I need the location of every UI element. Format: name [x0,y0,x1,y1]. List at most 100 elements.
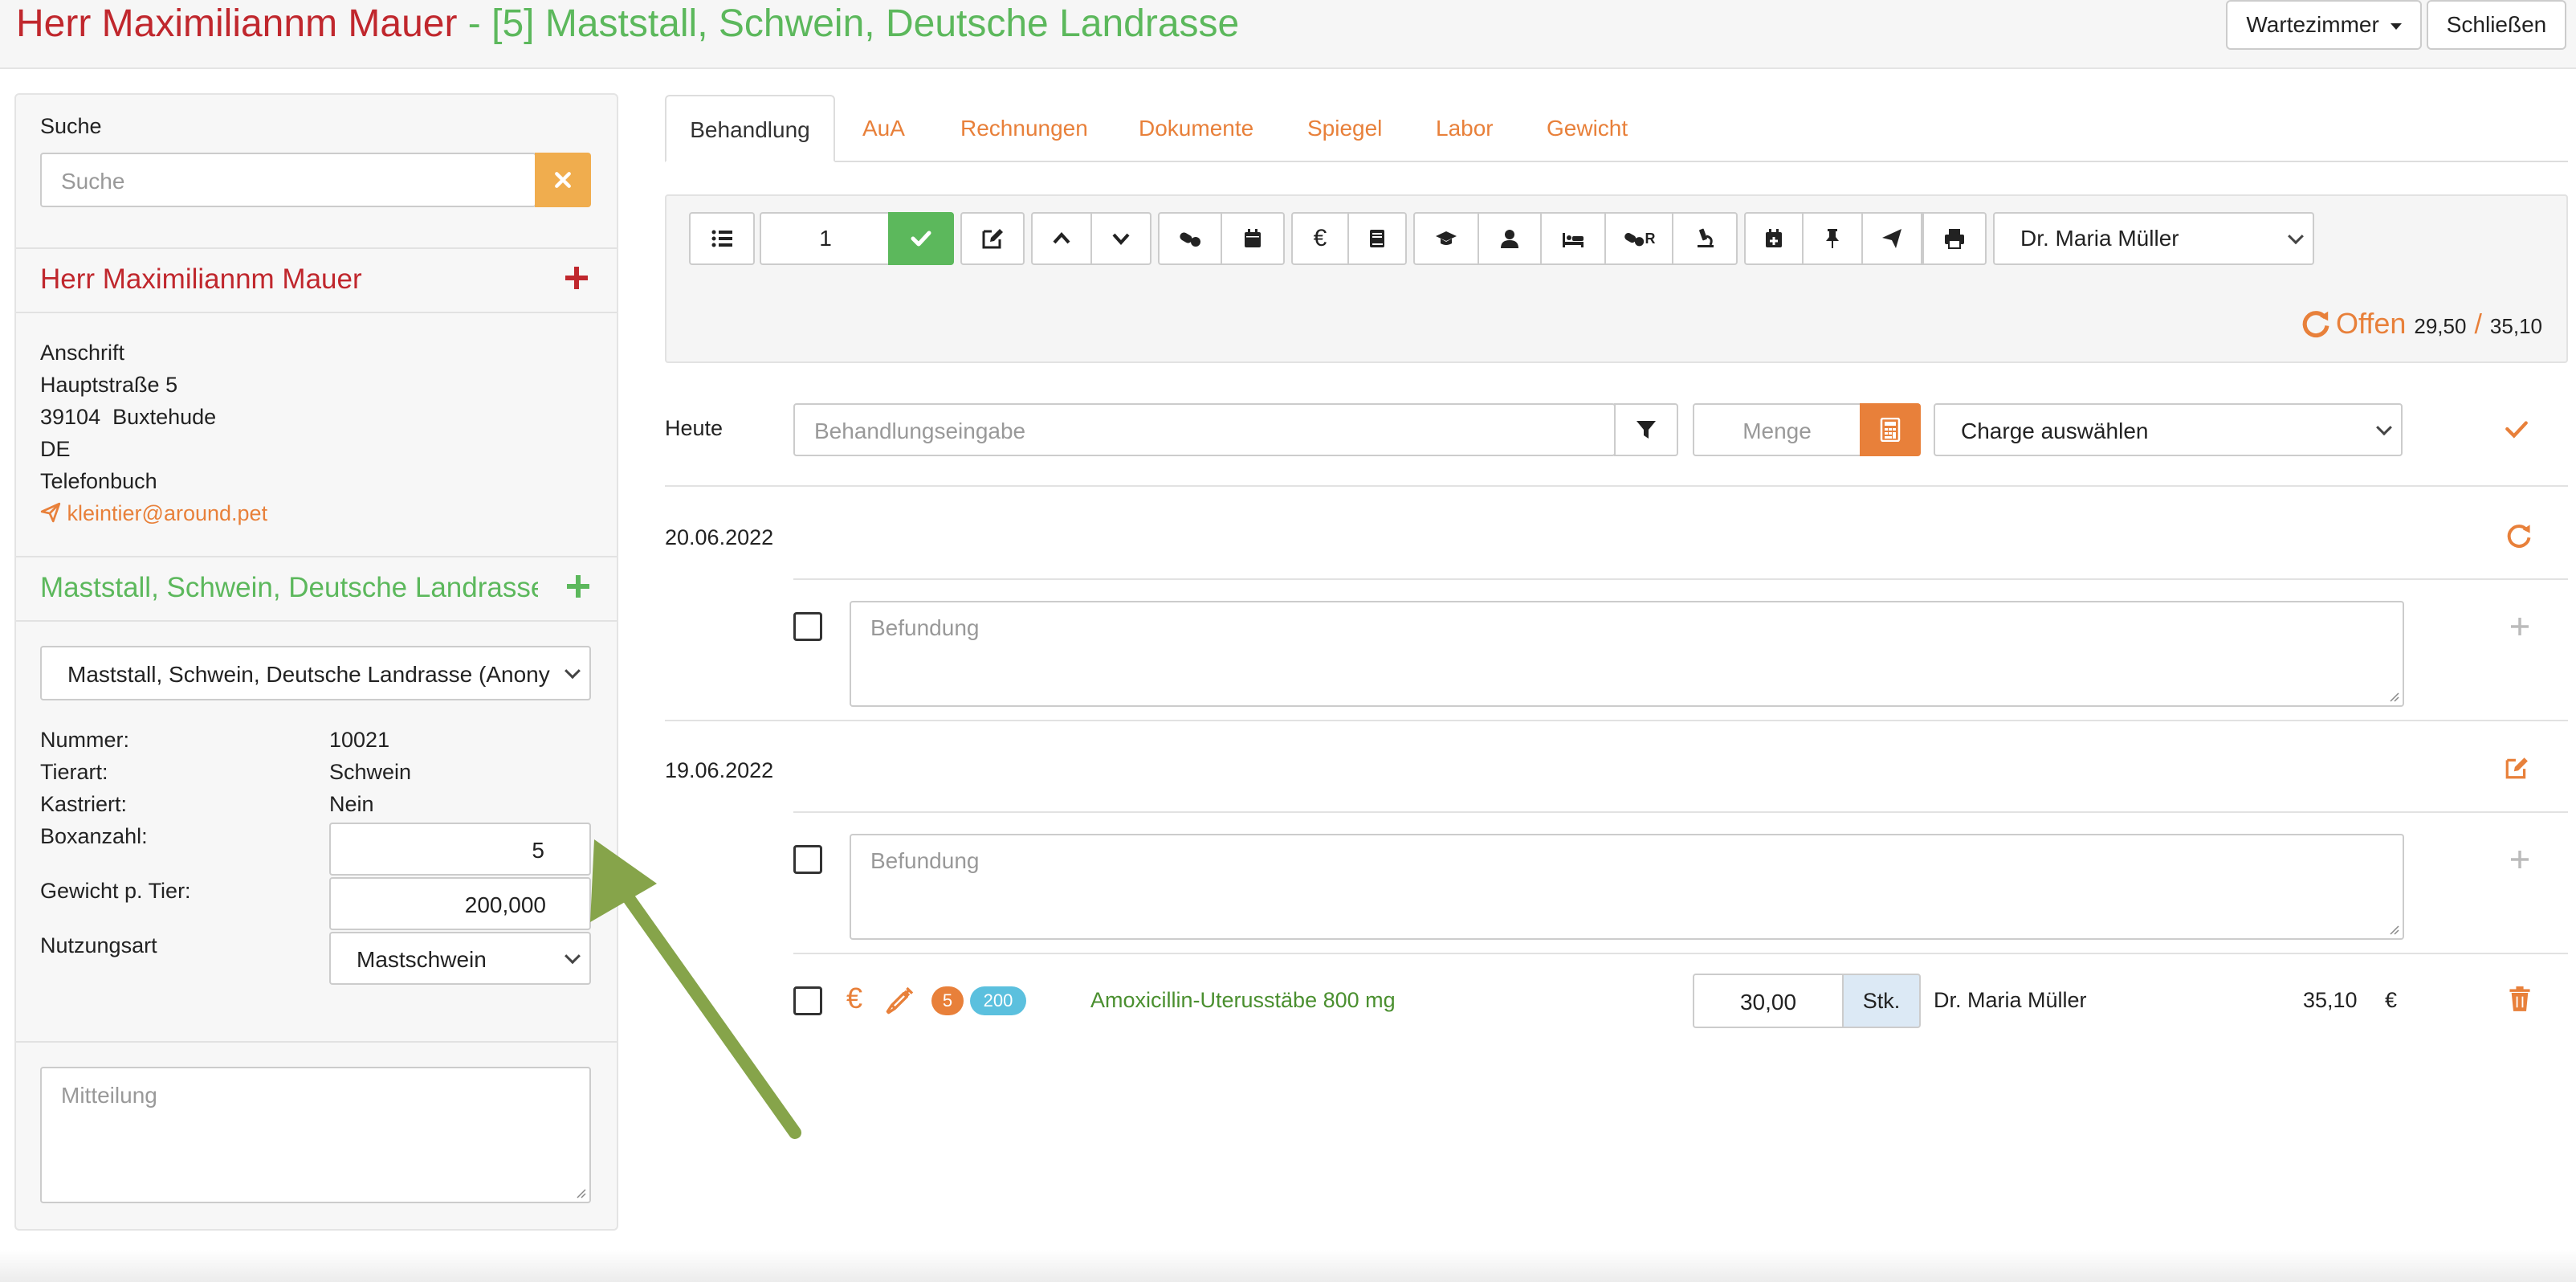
edit-entry-button[interactable] [2504,755,2533,784]
confirm-quantity-button[interactable] [888,212,954,265]
caret-down-icon [2390,22,2402,30]
item-doctor: Dr. Maria Müller [1934,988,2087,1012]
resize-handle-icon[interactable] [2386,689,2399,702]
education-button[interactable] [1413,212,1479,265]
today-label: Heute [665,416,723,440]
close-button[interactable]: Schließen [2427,0,2566,50]
move-up-button[interactable] [1031,212,1092,265]
address-country: DE [40,437,71,461]
person-button[interactable] [1478,212,1542,265]
chevron-down-icon [2376,419,2392,436]
clear-search-button[interactable] [535,153,591,207]
usage-select[interactable]: Mastschwein [329,932,591,985]
batch-select[interactable]: Charge auswählen [1934,403,2403,456]
filter-button[interactable] [1614,403,1678,456]
finding-checkbox[interactable] [793,612,822,641]
finding-textarea[interactable]: Befundung [850,601,2404,707]
euro-icon: € [1313,225,1327,251]
divider [793,578,2568,580]
treatment-input[interactable]: Behandlungseingabe [793,403,1616,456]
edit-icon [2505,757,2528,779]
delete-item-button[interactable] [2509,986,2534,1015]
tab-behandlung[interactable]: Behandlung [665,95,835,162]
box-count-input[interactable]: 5 [329,823,591,876]
edit-button[interactable] [960,212,1025,265]
appointment-button[interactable] [1744,212,1804,265]
refresh-icon[interactable] [2301,308,2331,339]
pills-icon [1180,232,1200,247]
tab-gewicht[interactable]: Gewicht [1547,95,1628,162]
thumbtack-icon [1826,229,1839,248]
weight-value: 200,000 [464,892,546,917]
message-placeholder: Mitteilung [61,1083,157,1108]
address-label: Anschrift [40,341,125,365]
finding-placeholder: Befundung [870,848,980,873]
resize-handle-icon[interactable] [573,1186,586,1198]
book-button[interactable] [1347,212,1407,265]
animal-select[interactable]: Maststall, Schwein, Deutsche Landrasse (… [40,646,591,700]
trash-icon [2509,986,2530,1011]
inpatient-button[interactable] [1540,212,1606,265]
message-textarea[interactable]: Mitteilung [40,1067,591,1203]
tab-rechnungen[interactable]: Rechnungen [960,95,1088,162]
chevron-down-icon [2288,228,2304,245]
divider [16,620,617,622]
add-owner-button[interactable] [562,263,591,292]
graduation-cap-icon [1436,231,1457,245]
email-text: kleintier@around.pet [67,501,268,525]
item-amount-input[interactable]: 30,00 [1693,974,1844,1028]
doctor-select[interactable]: Dr. Maria Müller [1993,212,2314,265]
status-label: Offen [2335,307,2407,340]
tab-spiegel[interactable]: Spiegel [1307,95,1382,162]
medication-name-link[interactable]: Amoxicillin-Uterusstäbe 800 mg [1090,988,1396,1013]
chevron-down-icon [1112,233,1130,245]
bed-icon [1563,233,1584,247]
medication-button[interactable] [1158,212,1222,265]
calendar-button[interactable] [1221,212,1285,265]
paper-plane-icon [1882,229,1901,248]
waiting-room-dropdown[interactable]: Wartezimmer [2226,0,2422,50]
move-down-button[interactable] [1090,212,1151,265]
phonebook-link[interactable]: Telefonbuch [40,469,157,494]
resize-handle-icon[interactable] [2386,922,2399,935]
tab-aua[interactable]: AuA [862,95,905,162]
usage-label: Nutzungsart [40,933,157,957]
tab-dokumente[interactable]: Dokumente [1139,95,1253,162]
check-icon [911,231,931,247]
calculator-button[interactable] [1860,403,1921,456]
plus-icon [565,267,588,289]
item-price: 35,10 [2303,988,2358,1012]
submit-treatment-button[interactable] [2504,416,2533,445]
add-finding-button[interactable] [2509,615,2533,639]
check-icon [2505,421,2528,439]
item-unit: Stk. [1842,974,1921,1028]
amount-placeholder: Menge [1742,418,1812,443]
print-button[interactable] [1922,212,1987,265]
reload-entry-button[interactable] [2505,522,2534,551]
page-title-animal: [5] Maststall, Schwein, Deutsche Landras… [491,2,1240,45]
pin-button[interactable] [1802,212,1863,265]
divider [16,556,617,557]
prescription-button[interactable]: R [1604,212,1673,265]
lab-button[interactable] [1672,212,1738,265]
chevron-down-icon [565,663,581,680]
weight-badge: 200 [970,986,1026,1015]
email-link[interactable]: kleintier@around.pet [40,501,267,526]
total-amount: 35,10 [2489,314,2542,338]
list-view-button[interactable] [689,212,755,265]
billing-button[interactable]: € [1291,212,1349,265]
calendar-plus-icon [1766,229,1782,247]
page-title-separator: - [457,2,492,45]
search-placeholder: Suche [61,169,125,194]
tab-labor[interactable]: Labor [1436,95,1494,162]
add-finding-button[interactable] [2509,848,2533,872]
add-animal-button[interactable] [564,572,593,601]
weight-input[interactable]: 200,000 [329,877,591,930]
send-button[interactable] [1861,212,1922,265]
history-date: 20.06.2022 [665,525,774,549]
finding-textarea[interactable]: Befundung [850,834,2404,940]
quantity-input[interactable]: 1 [760,212,891,265]
search-input[interactable]: Suche [40,153,536,207]
box-count-label: Boxanzahl: [40,824,148,848]
amount-input[interactable]: Menge [1693,403,1861,456]
